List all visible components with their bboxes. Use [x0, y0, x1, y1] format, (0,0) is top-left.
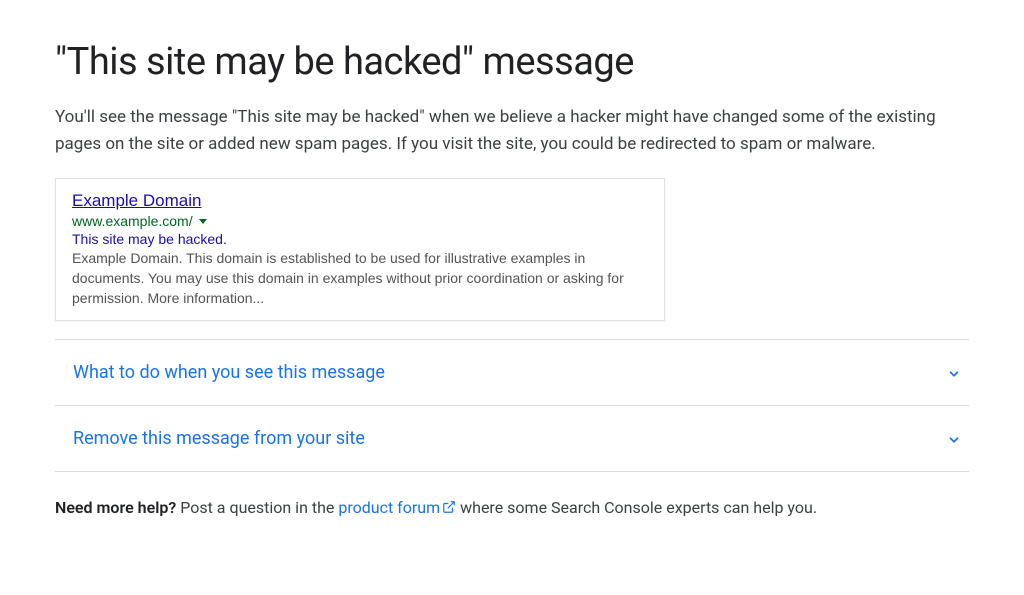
accordion-label: What to do when you see this message	[73, 362, 385, 383]
intro-paragraph: You'll see the message "This site may be…	[55, 104, 969, 158]
help-strong: Need more help?	[55, 498, 176, 517]
accordion-section-1: What to do when you see this message	[55, 339, 969, 405]
dropdown-triangle-icon[interactable]	[199, 219, 207, 224]
result-url: www.example.com/	[72, 213, 193, 229]
product-forum-link[interactable]: product forum	[338, 498, 456, 517]
forum-link-text: product forum	[338, 498, 440, 517]
help-footer: Need more help? Post a question in the p…	[55, 498, 969, 518]
chevron-down-icon	[947, 432, 961, 446]
result-url-line: www.example.com/	[72, 213, 648, 229]
external-link-icon	[442, 499, 456, 518]
result-description: Example Domain. This domain is establish…	[72, 249, 648, 308]
accordion-item-remove-message[interactable]: Remove this message from your site	[55, 406, 969, 471]
search-result-example: Example Domain www.example.com/ This sit…	[55, 178, 665, 321]
accordion-label: Remove this message from your site	[73, 428, 365, 449]
chevron-down-icon	[947, 366, 961, 380]
result-title-link[interactable]: Example Domain	[72, 191, 648, 211]
accordion-item-what-to-do[interactable]: What to do when you see this message	[55, 340, 969, 405]
result-warning-text: This site may be hacked.	[72, 231, 648, 247]
page-title: "This site may be hacked" message	[55, 40, 969, 84]
help-after-link: where some Search Console experts can he…	[456, 498, 817, 517]
help-before-link: Post a question in the	[176, 498, 338, 517]
accordion-section-2: Remove this message from your site	[55, 405, 969, 472]
